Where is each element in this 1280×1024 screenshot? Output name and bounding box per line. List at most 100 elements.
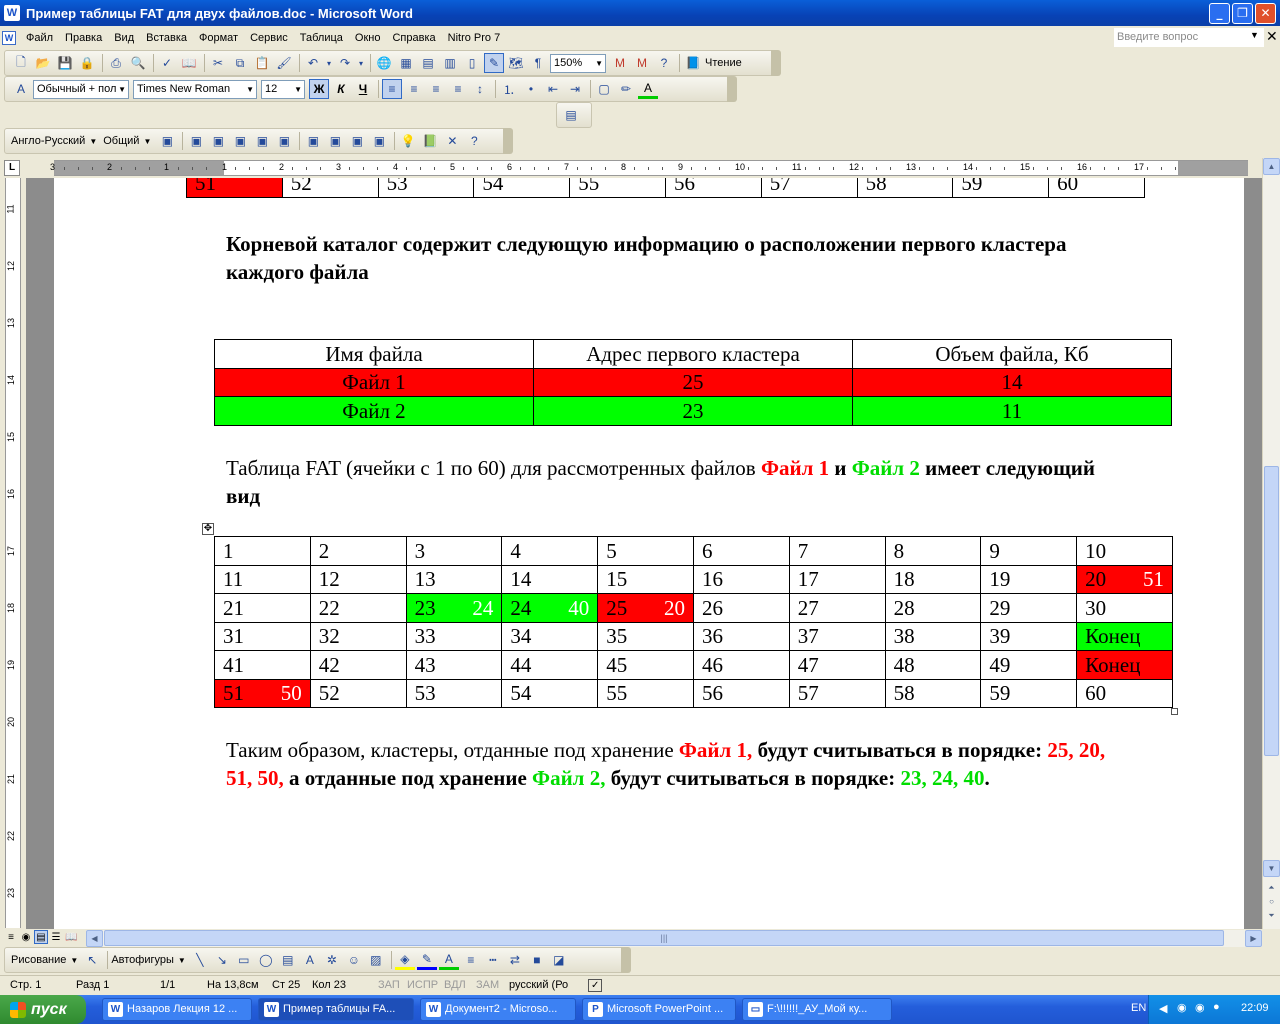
fat-cell[interactable]: Конец bbox=[1076, 650, 1173, 680]
book-icon[interactable]: 📗 bbox=[420, 131, 440, 151]
print-layout-icon[interactable]: ▤ bbox=[34, 930, 48, 944]
toolbar-options-icon[interactable] bbox=[503, 128, 513, 154]
style-select[interactable]: Обычный + пол ▼ bbox=[33, 79, 129, 99]
toolbar-options-icon[interactable] bbox=[621, 947, 631, 973]
italic-button[interactable]: К bbox=[331, 79, 351, 99]
fat-cell[interactable]: 5 bbox=[597, 536, 694, 566]
document-icon[interactable]: W bbox=[2, 31, 16, 45]
horizontal-scrollbar[interactable]: ◀ ||| ▶ bbox=[86, 930, 1262, 947]
select-objects-icon[interactable]: ↖ bbox=[82, 950, 102, 970]
nitro-pdf-icon-2[interactable]: M bbox=[632, 53, 652, 73]
fat-cell[interactable]: 37 bbox=[788, 621, 886, 651]
fat-cell[interactable]: 54 bbox=[473, 178, 571, 198]
translate-icon-3[interactable]: ▣ bbox=[208, 131, 228, 151]
open-icon[interactable]: 📂 bbox=[33, 53, 53, 73]
format-painter-icon[interactable]: 🖌 bbox=[274, 53, 294, 73]
menu-item-1[interactable]: Правка bbox=[59, 28, 108, 48]
fat-cell[interactable]: 29 bbox=[980, 593, 1078, 623]
info-cell[interactable]: 25 bbox=[533, 367, 853, 397]
vertical-ruler[interactable]: 11 12 13 14 15 16 17 18 19 20 21 22 23 bbox=[0, 178, 26, 928]
word-app-icon[interactable]: W bbox=[4, 5, 20, 21]
styles-icon[interactable]: A bbox=[11, 79, 31, 99]
fat-cell[interactable]: 60 bbox=[1048, 178, 1145, 198]
tray-icon-4[interactable]: ● bbox=[1213, 1001, 1220, 1013]
info-cell[interactable]: 14 bbox=[852, 367, 1172, 397]
insert-excel-icon[interactable]: ▥ bbox=[440, 53, 460, 73]
reading-label[interactable]: Чтение bbox=[705, 57, 742, 69]
3d-icon[interactable]: ◪ bbox=[549, 950, 569, 970]
menu-item-9[interactable]: Nitro Pro 7 bbox=[442, 28, 507, 48]
autoshapes-dropdown-icon[interactable]: ▼ bbox=[178, 956, 186, 965]
table-move-handle[interactable]: ✥ bbox=[202, 523, 214, 535]
info-cell[interactable]: 11 bbox=[852, 396, 1172, 426]
translate-icon-8[interactable]: ▣ bbox=[325, 131, 345, 151]
translate-icon-4[interactable]: ▣ bbox=[230, 131, 250, 151]
zoom-select[interactable]: 150% ▼ bbox=[550, 53, 606, 73]
menu-item-4[interactable]: Формат bbox=[193, 28, 244, 48]
fat-cell[interactable]: 8 bbox=[884, 536, 982, 566]
fat-cell[interactable]: 14 bbox=[501, 564, 599, 594]
fat-cell[interactable]: 26 bbox=[692, 593, 790, 623]
help-translate-icon[interactable]: ? bbox=[464, 131, 484, 151]
fat-cell[interactable]: 53 bbox=[377, 178, 475, 198]
fat-cell[interactable]: 56 bbox=[664, 178, 762, 198]
fat-cell[interactable]: 35 bbox=[597, 621, 694, 651]
underline-button[interactable]: Ч bbox=[353, 79, 373, 99]
print-preview-icon[interactable]: 🔍 bbox=[128, 53, 148, 73]
align-right-icon[interactable]: ≡ bbox=[426, 79, 446, 99]
fat-cell[interactable]: 4 bbox=[501, 536, 599, 566]
taskbar-button[interactable]: W Пример таблицы FA... bbox=[258, 998, 414, 1021]
hyperlink-icon[interactable]: 🌐 bbox=[374, 53, 394, 73]
info-cell[interactable]: Файл 2 bbox=[214, 396, 534, 426]
wordart-icon[interactable]: A bbox=[300, 950, 320, 970]
translate-icon-10[interactable]: ▣ bbox=[369, 131, 389, 151]
taskbar-button[interactable]: W Документ2 - Microso... bbox=[420, 998, 576, 1021]
fat-cell[interactable]: 59 bbox=[952, 178, 1050, 198]
help-dropdown-icon[interactable]: ▼ bbox=[1250, 30, 1259, 40]
document-map-icon[interactable]: 🗺 bbox=[506, 53, 526, 73]
clock[interactable]: 22:09 bbox=[1241, 1002, 1269, 1014]
close-translate-icon[interactable]: ✕ bbox=[442, 131, 462, 151]
fat-cell[interactable]: 17 bbox=[788, 564, 886, 594]
language-dropdown-icon[interactable]: ▼ bbox=[89, 137, 97, 146]
status-extend[interactable]: ВДЛ bbox=[444, 979, 466, 991]
decrease-indent-icon[interactable]: ⇤ bbox=[543, 79, 563, 99]
align-left-icon[interactable]: ≡ bbox=[382, 79, 402, 99]
arrow-style-icon[interactable]: ⇄ bbox=[505, 950, 525, 970]
language-select[interactable]: Англо-Русский bbox=[11, 135, 85, 147]
menu-item-3[interactable]: Вставка bbox=[140, 28, 193, 48]
fat-cell[interactable]: 57 bbox=[788, 678, 886, 708]
fat-cell[interactable]: 7 bbox=[788, 536, 886, 566]
fat-cell[interactable]: 28 bbox=[884, 593, 982, 623]
reading-icon[interactable]: 📘 bbox=[683, 53, 703, 73]
status-track[interactable]: ИСПР bbox=[407, 979, 438, 991]
fat-cell[interactable]: 10 bbox=[1076, 536, 1173, 566]
rectangle-icon[interactable]: ▭ bbox=[234, 950, 254, 970]
undo-dropdown-icon[interactable]: ▾ bbox=[325, 53, 333, 73]
help-search-input[interactable]: Введите вопрос bbox=[1114, 28, 1264, 47]
toolbar-options-icon[interactable] bbox=[771, 50, 781, 76]
tables-borders-icon[interactable]: ▦ bbox=[396, 53, 416, 73]
fat-cell[interactable]: 54 bbox=[501, 678, 599, 708]
save-icon[interactable]: 💾 bbox=[55, 53, 75, 73]
line-color-icon[interactable]: ✎ bbox=[416, 950, 437, 970]
fat-cell[interactable]: 56 bbox=[692, 678, 790, 708]
research-icon[interactable]: 📖 bbox=[179, 53, 199, 73]
tray-icon-1[interactable]: ◀ bbox=[1159, 1002, 1167, 1015]
menu-item-0[interactable]: Файл bbox=[20, 28, 59, 48]
taskbar-button[interactable]: P Microsoft PowerPoint ... bbox=[582, 998, 736, 1021]
dictionary-dropdown-icon[interactable]: ▼ bbox=[143, 137, 151, 146]
fat-cell[interactable]: 44 bbox=[501, 650, 599, 680]
document-close-icon[interactable]: ✕ bbox=[1266, 28, 1278, 45]
info-cell[interactable]: 23 bbox=[533, 396, 853, 426]
fat-cell[interactable]: 24 40 bbox=[501, 593, 599, 623]
dictionary-select[interactable]: Общий bbox=[103, 135, 139, 147]
language-indicator[interactable]: EN bbox=[1131, 1002, 1146, 1014]
align-center-icon[interactable]: ≡ bbox=[404, 79, 424, 99]
help-icon[interactable]: ? bbox=[654, 53, 674, 73]
translate-icon-5[interactable]: ▣ bbox=[252, 131, 272, 151]
redo-dropdown-icon[interactable]: ▾ bbox=[357, 53, 365, 73]
fat-cell[interactable]: Конец bbox=[1076, 621, 1173, 651]
tab-stop-selector[interactable]: L bbox=[4, 160, 20, 176]
fat-cell[interactable]: 1 bbox=[214, 536, 311, 566]
